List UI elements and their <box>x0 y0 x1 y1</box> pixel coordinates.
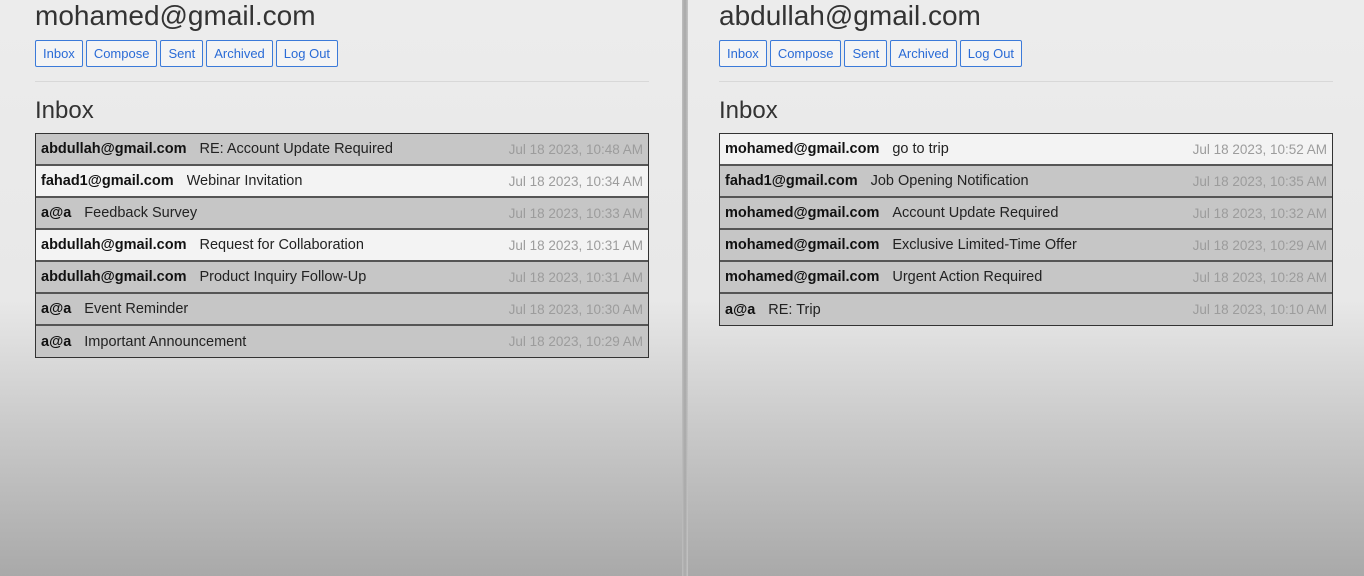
email-timestamp: Jul 18 2023, 10:30 AM <box>508 301 643 317</box>
email-row[interactable]: mohamed@gmail.com Account Update Require… <box>720 198 1332 230</box>
logout-button[interactable]: Log Out <box>959 40 1023 67</box>
divider <box>35 81 649 82</box>
right-browser-pane: abdullah@gmail.com Inbox Compose Sent Ar… <box>688 0 1364 576</box>
inbox-button[interactable]: Inbox <box>35 40 83 67</box>
email-sender: fahad1@gmail.com <box>41 173 174 189</box>
email-sender: mohamed@gmail.com <box>725 269 880 285</box>
email-sender: a@a <box>41 333 72 350</box>
email-timestamp: Jul 18 2023, 10:29 AM <box>508 334 643 349</box>
archived-button[interactable]: Archived <box>890 40 957 67</box>
email-row[interactable]: a@a RE: Trip Jul 18 2023, 10:10 AM <box>720 294 1332 325</box>
email-subject: Job Opening Notification <box>870 173 1029 189</box>
email-subject: Webinar Invitation <box>186 173 303 189</box>
email-sender: a@a <box>41 205 72 221</box>
email-sender: abdullah@gmail.com <box>41 269 187 285</box>
email-row[interactable]: mohamed@gmail.com Urgent Action Required… <box>720 262 1332 294</box>
email-row[interactable]: a@a Important Announcement Jul 18 2023, … <box>36 326 648 357</box>
email-row[interactable]: fahad1@gmail.com Job Opening Notificatio… <box>720 166 1332 198</box>
email-subject: Feedback Survey <box>84 205 198 221</box>
email-timestamp: Jul 18 2023, 10:35 AM <box>1192 173 1327 189</box>
email-timestamp: Jul 18 2023, 10:29 AM <box>1192 237 1327 253</box>
nav-bar: Inbox Compose Sent Archived Log Out <box>719 40 1333 67</box>
email-row[interactable]: mohamed@gmail.com Exclusive Limited-Time… <box>720 230 1332 262</box>
email-subject: go to trip <box>892 141 949 157</box>
email-timestamp: Jul 18 2023, 10:34 AM <box>508 173 643 189</box>
email-timestamp: Jul 18 2023, 10:10 AM <box>1192 302 1327 317</box>
sent-button[interactable]: Sent <box>160 40 204 67</box>
email-row[interactable]: abdullah@gmail.com Request for Collabora… <box>36 230 648 262</box>
email-subject: Important Announcement <box>84 333 247 350</box>
email-row[interactable]: mohamed@gmail.com go to trip Jul 18 2023… <box>720 134 1332 166</box>
email-list: abdullah@gmail.com RE: Account Update Re… <box>35 133 649 358</box>
email-sender: fahad1@gmail.com <box>725 173 858 189</box>
compose-button[interactable]: Compose <box>769 40 842 67</box>
divider <box>719 81 1333 82</box>
email-subject: Event Reminder <box>84 301 189 317</box>
email-sender: mohamed@gmail.com <box>725 205 880 221</box>
email-row[interactable]: abdullah@gmail.com Product Inquiry Follo… <box>36 262 648 294</box>
user-email-heading: mohamed@gmail.com <box>35 0 316 31</box>
email-subject: RE: Trip <box>768 301 821 318</box>
email-sender: mohamed@gmail.com <box>725 141 880 157</box>
email-timestamp: Jul 18 2023, 10:31 AM <box>508 269 643 285</box>
email-subject: Exclusive Limited-Time Offer <box>892 237 1077 253</box>
email-timestamp: Jul 18 2023, 10:28 AM <box>1192 269 1327 285</box>
archived-button[interactable]: Archived <box>206 40 273 67</box>
email-timestamp: Jul 18 2023, 10:33 AM <box>508 205 643 221</box>
email-sender: mohamed@gmail.com <box>725 237 880 253</box>
email-subject: Account Update Required <box>892 205 1059 221</box>
mailbox-title: Inbox <box>719 97 778 124</box>
email-list: mohamed@gmail.com go to trip Jul 18 2023… <box>719 133 1333 326</box>
logout-button[interactable]: Log Out <box>275 40 339 67</box>
email-subject: Request for Collaboration <box>199 237 364 253</box>
left-mail-app: mohamed@gmail.com Inbox Compose Sent Arc… <box>35 0 649 358</box>
email-subject: Product Inquiry Follow-Up <box>199 269 367 285</box>
right-mail-app: abdullah@gmail.com Inbox Compose Sent Ar… <box>719 0 1333 326</box>
email-subject: RE: Account Update Required <box>199 141 393 157</box>
email-row[interactable]: a@a Event Reminder Jul 18 2023, 10:30 AM <box>36 294 648 326</box>
email-sender: a@a <box>41 301 72 317</box>
split-screen: mohamed@gmail.com Inbox Compose Sent Arc… <box>0 0 1364 576</box>
email-sender: abdullah@gmail.com <box>41 141 187 157</box>
email-row[interactable]: abdullah@gmail.com RE: Account Update Re… <box>36 134 648 166</box>
mailbox-title: Inbox <box>35 97 94 124</box>
sent-button[interactable]: Sent <box>844 40 888 67</box>
email-sender: a@a <box>725 301 756 318</box>
email-timestamp: Jul 18 2023, 10:48 AM <box>508 141 643 157</box>
email-row[interactable]: a@a Feedback Survey Jul 18 2023, 10:33 A… <box>36 198 648 230</box>
email-timestamp: Jul 18 2023, 10:52 AM <box>1192 141 1327 157</box>
email-timestamp: Jul 18 2023, 10:32 AM <box>1192 205 1327 221</box>
email-row[interactable]: fahad1@gmail.com Webinar Invitation Jul … <box>36 166 648 198</box>
left-browser-pane: mohamed@gmail.com Inbox Compose Sent Arc… <box>0 0 682 576</box>
email-subject: Urgent Action Required <box>892 269 1043 285</box>
compose-button[interactable]: Compose <box>85 40 158 67</box>
nav-bar: Inbox Compose Sent Archived Log Out <box>35 40 649 67</box>
inbox-button[interactable]: Inbox <box>719 40 767 67</box>
email-sender: abdullah@gmail.com <box>41 237 187 253</box>
user-email-heading: abdullah@gmail.com <box>719 0 981 31</box>
email-timestamp: Jul 18 2023, 10:31 AM <box>508 237 643 253</box>
